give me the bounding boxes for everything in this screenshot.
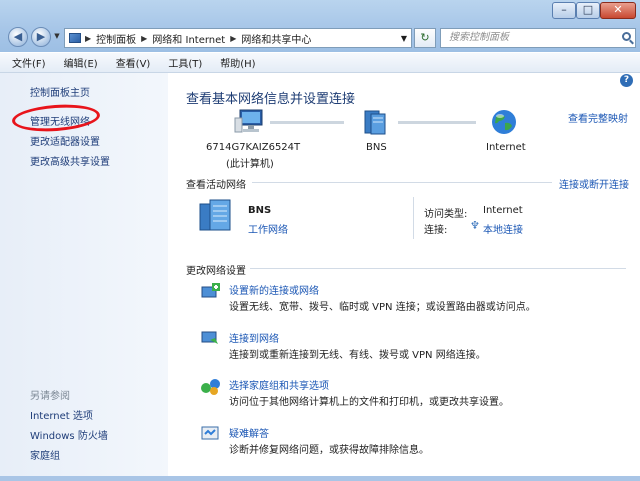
internet-map-label: Internet <box>486 142 526 153</box>
sidebar-item-adapter-settings[interactable]: 更改适配器设置 <box>30 133 100 148</box>
menu-edit[interactable]: 编辑(E) <box>52 55 104 70</box>
computer-sub-label: (此计算机) <box>226 159 274 170</box>
breadcrumb-control-panel[interactable]: 控制面板 <box>92 31 140 46</box>
computer-icon <box>234 109 263 133</box>
window-bottom-border <box>0 476 640 481</box>
search-placeholder: 搜索控制面板 <box>449 32 509 43</box>
link-line <box>270 121 344 124</box>
help-icon[interactable]: ? <box>620 74 633 87</box>
task-troubleshoot-link[interactable]: 疑难解答 <box>229 425 269 440</box>
minimize-button[interactable]: – <box>552 2 576 19</box>
sidebar-see-also-header: 另请参阅 <box>30 391 70 402</box>
forward-arrow-icon: ▶ <box>36 30 46 43</box>
menu-help[interactable]: 帮助(H) <box>208 55 261 70</box>
close-button[interactable]: ✕ <box>600 2 636 19</box>
sidebar-item-internet-options[interactable]: Internet 选项 <box>30 407 93 422</box>
section-divider <box>250 268 626 269</box>
search-icon[interactable] <box>622 32 631 41</box>
breadcrumb-network-sharing-center[interactable]: 网络和共享中心 <box>237 31 315 46</box>
computer-name: 6714G7KAIZ6524T <box>206 142 301 153</box>
task-setup-connection-link[interactable]: 设置新的连接或网络 <box>229 282 319 297</box>
section-divider <box>252 182 552 183</box>
connect-disconnect-link[interactable]: 连接或断开连接 <box>559 176 629 191</box>
connection-label: 连接: <box>424 225 448 236</box>
menu-tools[interactable]: 工具(T) <box>156 55 208 70</box>
local-connection-link[interactable]: 本地连接 <box>483 221 523 236</box>
sidebar-item-control-panel-home[interactable]: 控制面板主页 <box>30 84 90 99</box>
access-type-value: Internet <box>483 205 523 216</box>
task-connect-network-desc: 连接到或重新连接到无线、有线、拨号或 VPN 网络连接。 <box>229 350 486 361</box>
task-homegroup-link[interactable]: 选择家庭组和共享选项 <box>229 377 329 392</box>
homegroup-icon <box>201 379 220 395</box>
new-connection-icon <box>201 283 220 298</box>
task-troubleshoot-desc: 诊断并修复网络问题，或获得故障排除信息。 <box>229 445 429 456</box>
sidebar-item-homegroup[interactable]: 家庭组 <box>30 447 60 462</box>
forward-button[interactable]: ▶ <box>31 27 51 47</box>
globe-icon <box>492 110 516 134</box>
change-settings-header: 更改网络设置 <box>186 266 246 277</box>
active-networks-header: 查看活动网络 <box>186 180 246 191</box>
connect-network-icon <box>201 331 218 344</box>
breadcrumb-separator-icon: ▶ <box>141 33 148 43</box>
network-map-label: BNS <box>366 142 387 153</box>
back-arrow-icon: ◀ <box>13 30 23 43</box>
refresh-icon: ↻ <box>420 31 430 44</box>
ethernet-icon: ♆ <box>470 219 480 232</box>
breadcrumb-separator-icon: ▶ <box>85 33 92 43</box>
task-setup-connection-desc: 设置无线、宽带、拨号、临时或 VPN 连接；或设置路由器或访问点。 <box>229 302 536 313</box>
maximize-button[interactable]: □ <box>576 2 600 19</box>
control-panel-icon <box>69 33 81 43</box>
network-icon <box>364 110 386 135</box>
link-line <box>398 121 476 124</box>
access-type-label: 访问类型: <box>424 209 468 220</box>
history-dropdown-icon[interactable]: ▼ <box>52 27 62 47</box>
task-connect-network-link[interactable]: 连接到网络 <box>229 330 279 345</box>
page-title: 查看基本网络信息并设置连接 <box>186 92 356 107</box>
address-bar[interactable]: ▶ 控制面板 ▶ 网络和 Internet ▶ 网络和共享中心 ▼ <box>64 28 412 48</box>
address-dropdown-icon[interactable]: ▼ <box>401 34 407 43</box>
search-input[interactable]: 搜索控制面板 <box>440 28 636 48</box>
refresh-button[interactable]: ↻ <box>414 28 436 48</box>
view-full-map-link[interactable]: 查看完整映射 <box>568 110 628 125</box>
active-network-name: BNS <box>248 205 272 216</box>
vertical-divider <box>413 197 414 239</box>
menu-bar: 文件(F) 编辑(E) 查看(V) 工具(T) 帮助(H) <box>0 53 640 73</box>
troubleshoot-icon <box>201 426 219 440</box>
back-button[interactable]: ◀ <box>8 27 28 47</box>
menu-view[interactable]: 查看(V) <box>104 55 157 70</box>
breadcrumb-network-internet[interactable]: 网络和 Internet <box>148 31 229 46</box>
menu-file[interactable]: 文件(F) <box>0 55 52 70</box>
network-type-link[interactable]: 工作网络 <box>248 221 288 236</box>
task-homegroup-desc: 访问位于其他网络计算机上的文件和打印机，或更改共享设置。 <box>229 397 509 408</box>
sidebar-item-windows-firewall[interactable]: Windows 防火墙 <box>30 427 108 442</box>
network-building-icon <box>199 199 231 231</box>
breadcrumb-separator-icon: ▶ <box>230 33 237 43</box>
sidebar-item-advanced-sharing[interactable]: 更改高级共享设置 <box>30 153 110 168</box>
